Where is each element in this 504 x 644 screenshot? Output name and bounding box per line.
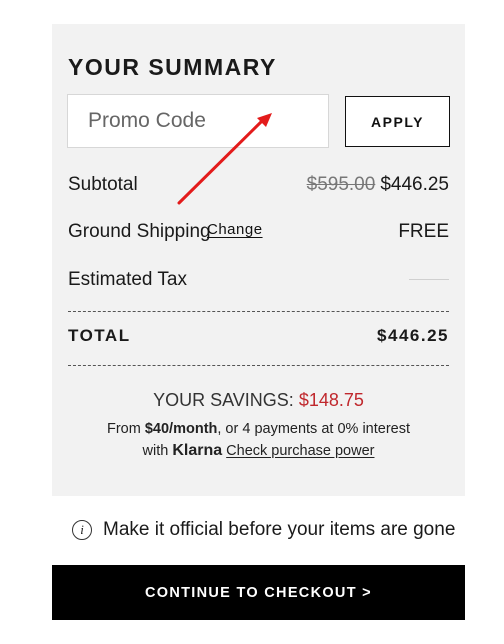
savings-line: YOUR SAVINGS: $148.75	[52, 390, 465, 411]
klarna-brand-line: with Klarna Check purchase power	[52, 442, 465, 460]
promo-code-input[interactable]	[67, 94, 329, 148]
shipping-label: Ground Shipping	[68, 221, 211, 242]
info-icon: i	[72, 520, 92, 540]
total-label: TOTAL	[68, 326, 131, 345]
subtotal-value: $595.00 $446.25	[307, 174, 449, 196]
total-value: $446.25	[377, 326, 449, 345]
summary-title: YOUR SUMMARY	[68, 54, 277, 80]
check-purchase-power-link[interactable]: Check purchase power	[226, 443, 374, 459]
apply-promo-button[interactable]: APPLY	[345, 96, 450, 147]
tax-label: Estimated Tax	[68, 269, 187, 290]
original-price: $595.00	[306, 174, 376, 195]
urgency-notice: i Make it official before your items are…	[72, 519, 455, 541]
savings-amount: $148.75	[298, 390, 364, 410]
klarna-logo: Klarna	[172, 442, 223, 459]
klarna-prefix: From	[106, 421, 141, 437]
klarna-installments: From $40/month, or 4 payments at 0% inte…	[52, 421, 465, 437]
savings-label: YOUR SAVINGS:	[153, 390, 294, 410]
klarna-suffix: , or 4 payments at 0% interest	[217, 421, 410, 437]
change-shipping-link[interactable]: Change	[207, 221, 263, 238]
notice-text: Make it official before your items are g…	[103, 519, 456, 540]
divider-bottom	[68, 365, 449, 366]
continue-to-checkout-button[interactable]: CONTINUE TO CHECKOUT >	[52, 565, 465, 620]
klarna-amount: $40/month	[144, 421, 218, 437]
tax-placeholder-dash	[409, 279, 449, 280]
subtotal-label: Subtotal	[68, 174, 138, 195]
shipping-value: FREE	[398, 221, 449, 242]
divider-top	[68, 311, 449, 312]
sale-price: $446.25	[380, 174, 449, 195]
klarna-with: with	[142, 443, 169, 459]
order-summary-panel: YOUR SUMMARY APPLY Subtotal $595.00$446.…	[52, 24, 465, 496]
